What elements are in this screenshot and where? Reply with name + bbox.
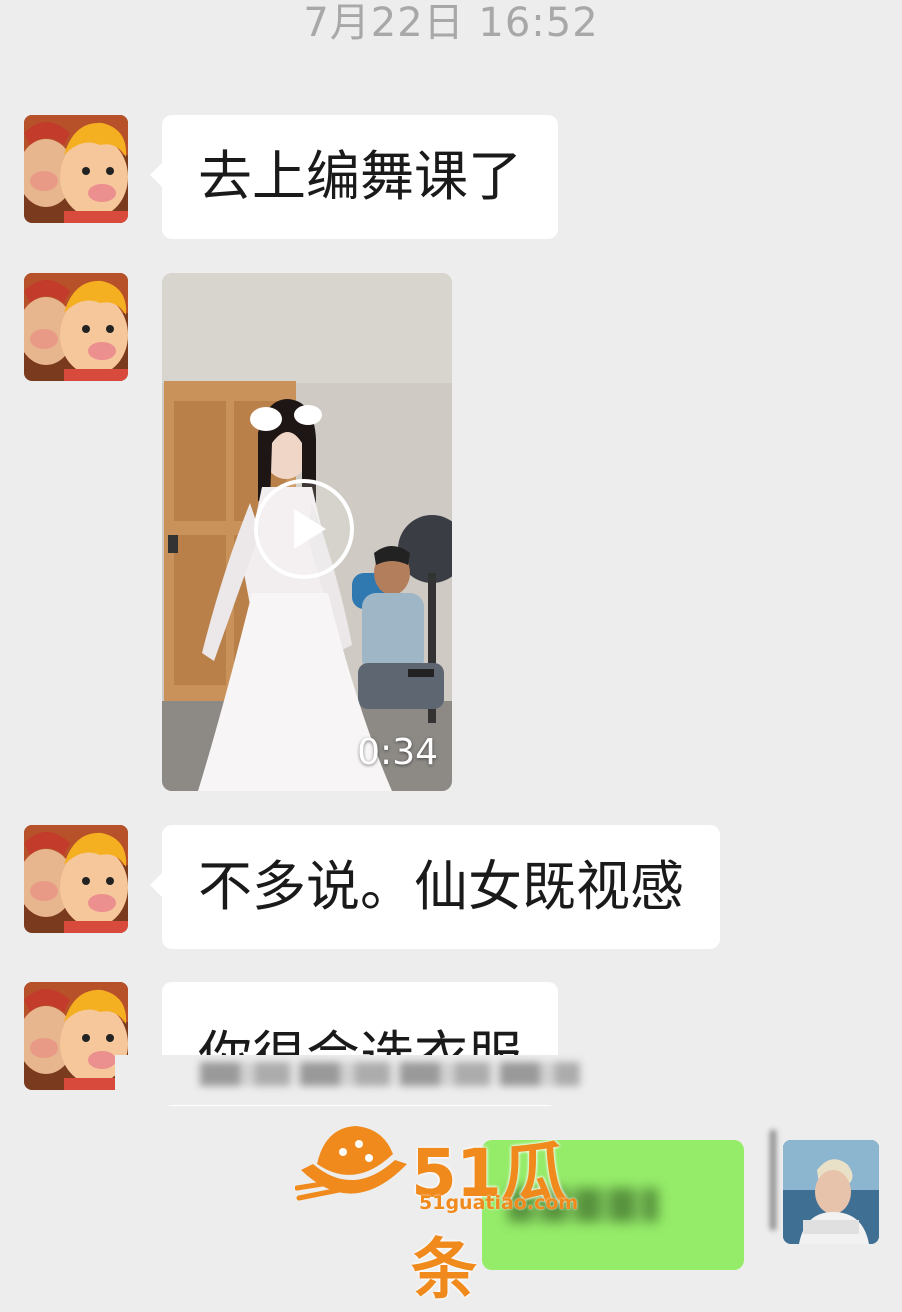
message-text: 去上编舞课了 — [198, 145, 522, 208]
contact-avatar[interactable] — [24, 273, 128, 381]
contact-avatar[interactable] — [24, 115, 128, 223]
watermark-url: 51guatiao.com — [419, 1192, 579, 1214]
cartoon-pig-avatar-icon — [24, 273, 128, 381]
video-message[interactable]: 0:34 — [162, 273, 452, 791]
cartoon-pig-avatar-icon — [24, 982, 128, 1090]
message-text: 不多说。仙女既视感 — [198, 855, 684, 918]
video-duration: 0:34 — [357, 732, 438, 773]
play-icon — [294, 509, 326, 549]
blurred-text — [200, 1062, 580, 1086]
contact-avatar[interactable] — [24, 982, 128, 1090]
cartoon-pig-avatar-icon — [24, 115, 128, 223]
message-timestamp: 7月22日 16:52 — [303, 0, 599, 46]
play-button[interactable] — [254, 479, 354, 579]
user-photo-avatar-icon — [783, 1140, 879, 1244]
contact-avatar[interactable] — [24, 825, 128, 933]
watermelon-logo-icon — [295, 1126, 407, 1201]
blurred-mark — [770, 1130, 776, 1230]
watermark-title: 51瓜条 — [411, 1135, 567, 1308]
cartoon-pig-avatar-icon — [24, 825, 128, 933]
message-bubble[interactable]: 去上编舞课了 — [150, 115, 558, 239]
watermark: 51瓜条 51guatiao.com — [295, 1120, 615, 1308]
self-avatar[interactable] — [783, 1140, 879, 1244]
message-bubble[interactable]: 不多说。仙女既视感 — [150, 825, 720, 949]
